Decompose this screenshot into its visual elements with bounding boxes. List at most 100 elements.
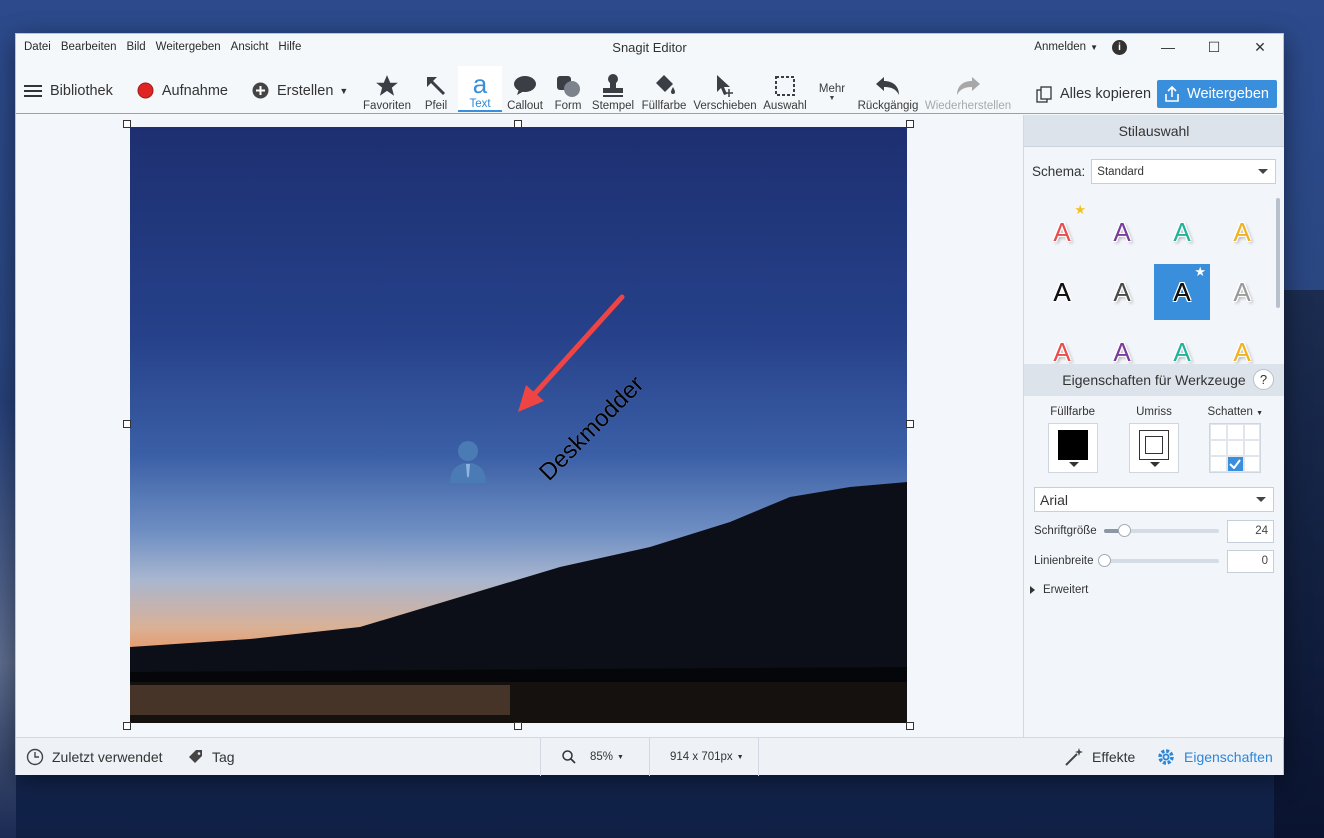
info-icon[interactable]: i — [1112, 39, 1127, 55]
maximize-button[interactable]: ☐ — [1191, 34, 1237, 60]
tool-callout[interactable]: Callout — [502, 66, 548, 112]
menu-bar: Datei Bearbeiten Bild Weitergeben Ansich… — [16, 41, 311, 53]
share-button[interactable]: Weitergeben — [1157, 80, 1277, 108]
chevron-down-icon: ▼ — [339, 85, 349, 96]
outline-preview — [1138, 430, 1169, 460]
tool-selection[interactable]: Auswahl — [760, 66, 810, 112]
style-preset[interactable]: A — [1154, 204, 1210, 260]
effects-button[interactable]: Effekte — [1064, 738, 1135, 776]
share-label: Weitergeben — [1187, 86, 1269, 102]
tool-more[interactable]: Mehr ▼ — [810, 66, 854, 112]
line-width-input[interactable]: 0 — [1227, 549, 1274, 573]
chevron-down-icon — [1256, 497, 1266, 502]
tool-move[interactable]: Verschieben — [690, 66, 760, 112]
copy-all-label: Alles kopieren — [1059, 86, 1152, 102]
schema-row: Schema: Standard — [1024, 147, 1284, 184]
right-tools: Alles kopieren Weitergeben — [1036, 80, 1277, 108]
clock-icon — [26, 748, 44, 766]
line-width-slider-knob[interactable] — [1098, 554, 1111, 567]
style-preset[interactable]: A ★ — [1034, 202, 1090, 260]
style-preset[interactable]: A — [1094, 264, 1150, 320]
tool-undo[interactable]: Rückgängig — [854, 66, 922, 112]
line-width-label: Linienbreite — [1034, 555, 1094, 567]
resize-handle[interactable] — [123, 120, 131, 128]
style-preset[interactable]: A — [1034, 264, 1090, 320]
resize-handle[interactable] — [514, 120, 522, 128]
menu-share[interactable]: Weitergeben — [156, 41, 227, 53]
style-preset[interactable]: A — [1214, 264, 1270, 320]
red-arrow-annotation[interactable] — [130, 127, 907, 723]
resize-handle[interactable] — [514, 722, 522, 730]
resize-handle[interactable] — [123, 722, 131, 730]
fill-color-swatch[interactable] — [1047, 423, 1098, 473]
chevron-right-icon — [1030, 586, 1035, 594]
menu-view[interactable]: Ansicht — [231, 41, 275, 53]
tool-text[interactable]: a Text — [458, 66, 502, 112]
resize-handle[interactable] — [906, 120, 914, 128]
resize-handle[interactable] — [906, 722, 914, 730]
library-button[interactable]: Bibliothek — [24, 83, 113, 99]
swatch-row: Füllfarbe Umriss Schatten ▼ — [1024, 396, 1284, 473]
menu-help[interactable]: Hilfe — [278, 41, 307, 53]
font-size-input[interactable]: 24 — [1227, 519, 1274, 543]
copy-all-button[interactable]: Alles kopieren — [1036, 85, 1152, 103]
menu-file[interactable]: Datei — [24, 41, 57, 53]
menu-image[interactable]: Bild — [126, 41, 151, 53]
style-preset[interactable]: A ★ — [1154, 264, 1210, 320]
text-icon: a — [472, 68, 488, 99]
line-width-slider[interactable] — [1098, 554, 1219, 567]
image-canvas[interactable]: Deskmodder — [130, 127, 907, 723]
capture-label: Aufnahme — [161, 82, 228, 99]
tool-redo[interactable]: Wiederherstellen — [922, 66, 1014, 112]
zoom-control[interactable]: 85% ▼ — [562, 738, 624, 776]
outline-swatch[interactable] — [1128, 423, 1179, 473]
tool-stamp[interactable]: Stempel — [588, 66, 638, 112]
tool-arrow[interactable]: Pfeil — [414, 66, 458, 112]
zoom-value: 85% — [590, 751, 614, 763]
arrow-icon — [424, 72, 448, 100]
divider — [758, 738, 759, 776]
advanced-toggle[interactable]: Erweitert — [1024, 572, 1284, 596]
help-button[interactable]: ? — [1253, 369, 1274, 390]
nav-left: Bibliothek Aufnahme Erstellen ▼ — [24, 82, 372, 99]
tool-fill[interactable]: Füllfarbe — [638, 66, 690, 112]
shadow-check-icon[interactable] — [1226, 456, 1244, 472]
menu-edit[interactable]: Bearbeiten — [61, 41, 123, 53]
tag-button[interactable]: Tag — [188, 738, 235, 776]
resize-handle[interactable] — [906, 420, 914, 428]
shadow-label[interactable]: Schatten ▼ — [1208, 406, 1264, 418]
minimize-button[interactable]: — — [1145, 34, 1191, 60]
schema-value: Standard — [1097, 165, 1144, 178]
fill-color-control: Füllfarbe — [1038, 406, 1108, 473]
font-size-slider[interactable] — [1104, 524, 1219, 537]
signin-button[interactable]: Anmelden ▼ — [1034, 41, 1098, 53]
capture-button[interactable]: Aufnahme — [137, 82, 228, 99]
chevron-down-icon — [1068, 462, 1079, 467]
schema-select[interactable]: Standard — [1091, 159, 1276, 184]
properties-button[interactable]: Eigenschaften — [1156, 738, 1273, 776]
styles-scrollbar[interactable] — [1276, 198, 1280, 308]
divider — [649, 738, 650, 776]
resize-handle[interactable] — [123, 420, 131, 428]
snagit-window: Datei Bearbeiten Bild Weitergeben Ansich… — [15, 33, 1284, 776]
properties-panel: Stilauswahl Schema: Standard A ★ A A A A A A ★ A A… — [1023, 115, 1284, 737]
outline-label: Umriss — [1136, 406, 1172, 418]
favorite-star-icon: ★ — [1194, 264, 1206, 279]
shape-icon — [555, 72, 581, 100]
create-button[interactable]: Erstellen ▼ — [252, 82, 348, 99]
tool-shape[interactable]: Form — [548, 66, 588, 112]
canvas-area[interactable]: Deskmodder — [16, 115, 1023, 737]
close-button[interactable]: ✕ — [1237, 34, 1283, 60]
user-stamp-icon[interactable] — [448, 439, 488, 488]
tag-icon — [188, 749, 204, 765]
font-size-slider-knob[interactable] — [1117, 524, 1131, 537]
style-preset[interactable]: A — [1214, 204, 1270, 260]
recent-button[interactable]: Zuletzt verwendet — [26, 738, 163, 776]
style-preset[interactable]: A — [1094, 204, 1150, 260]
plus-circle-icon — [252, 82, 269, 99]
font-select[interactable]: Arial — [1034, 487, 1274, 512]
dimensions-control[interactable]: 914 x 701px ▼ — [670, 738, 744, 776]
tool-favorites[interactable]: Favoriten — [360, 66, 414, 112]
advanced-label: Erweitert — [1043, 584, 1089, 596]
shadow-direction-grid[interactable] — [1209, 423, 1262, 473]
